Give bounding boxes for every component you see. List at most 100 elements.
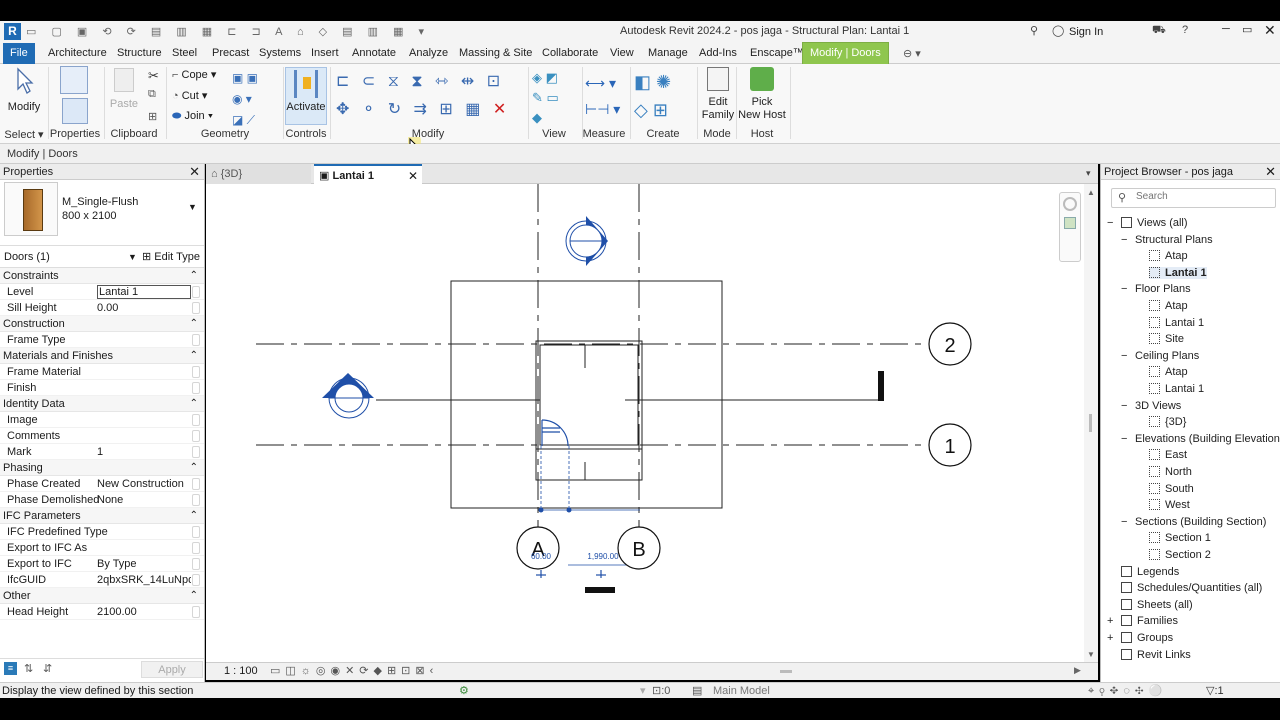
tab-systems[interactable]: Systems [252, 43, 308, 64]
structural-plan-drawing[interactable]: 2 1 A B 60.00 1,990.00 [206, 184, 1084, 662]
selection-toggles[interactable]: ⌖⚲✥◌✣⚪ [1088, 683, 1167, 699]
sort-desc-icon[interactable]: ⇵ [43, 662, 52, 675]
pick-new-host-button[interactable]: Pick New Host [738, 67, 786, 122]
prop-edit-box[interactable] [192, 382, 200, 394]
zoom-icon[interactable] [1064, 217, 1076, 229]
tab-view[interactable]: View [603, 43, 641, 64]
scroll-right-icon[interactable]: ▶ [1074, 665, 1081, 676]
scroll-up-icon[interactable]: ▲ [1084, 188, 1098, 197]
elevation-marker-north[interactable] [565, 216, 608, 266]
prop-edit-box[interactable] [192, 430, 200, 442]
browser-node[interactable]: − Elevations (Building Elevation) [1121, 433, 1280, 445]
prop-group[interactable]: Constraints ⌃ [0, 268, 204, 284]
browser-node[interactable]: Section 2 [1149, 549, 1211, 561]
browser-node[interactable]: West [1149, 499, 1190, 511]
browser-node[interactable]: − Structural Plans [1121, 234, 1213, 246]
type-selector[interactable]: M_Single-Flush 800 x 2100 ▼ [0, 180, 204, 246]
tab-manage[interactable]: Manage [641, 43, 695, 64]
sort-icon[interactable]: ≡ [4, 662, 17, 675]
collapse-icon[interactable]: − [1107, 217, 1113, 229]
prop-row[interactable]: Head Height 2100.00 [0, 604, 204, 620]
close-icon[interactable]: ✕ [189, 164, 200, 180]
browser-node[interactable]: Revit Links [1121, 648, 1191, 661]
drag-handle[interactable] [538, 507, 544, 513]
chevron-down-icon[interactable]: ▼ [128, 246, 137, 268]
tab-structure[interactable]: Structure [110, 43, 169, 64]
prop-row[interactable]: IFC Predefined Type [0, 524, 204, 540]
browser-node[interactable]: North [1149, 466, 1192, 478]
prop-row[interactable]: Frame Material [0, 364, 204, 380]
prop-value[interactable]: Lantai 1 [97, 285, 191, 299]
browser-node[interactable]: − Ceiling Plans [1121, 350, 1199, 362]
chevron-down-icon[interactable]: ▼ [188, 202, 197, 212]
prop-value[interactable]: By Type [97, 556, 191, 572]
minimize-button[interactable]: ─ [1222, 23, 1230, 35]
collapse-icon[interactable]: − [1121, 400, 1127, 412]
elevation-marker-west[interactable] [322, 373, 374, 419]
browser-node[interactable]: Section 1 [1149, 532, 1211, 544]
filter-status[interactable]: ▽:1 [1206, 683, 1224, 699]
tab-massing-site[interactable]: Massing & Site [452, 43, 539, 64]
collapse-icon[interactable]: ⌃ [190, 316, 198, 332]
prop-edit-box[interactable] [192, 366, 200, 378]
prop-row[interactable]: Image [0, 412, 204, 428]
prop-edit-box[interactable] [192, 558, 200, 570]
prop-value[interactable]: 2qbxSRK_14LuNpd... [97, 572, 191, 588]
prop-edit-box[interactable] [192, 334, 200, 346]
copy-icon[interactable]: ⧉ [148, 88, 156, 101]
browser-node[interactable]: − Sections (Building Section) [1121, 516, 1266, 528]
browser-node[interactable]: + Families [1107, 615, 1178, 627]
prop-edit-box[interactable] [192, 302, 200, 314]
browser-node[interactable]: Atap [1149, 366, 1188, 378]
navigation-bar[interactable] [1059, 192, 1081, 262]
tab-insert[interactable]: Insert [304, 43, 346, 64]
prop-value[interactable]: None [97, 492, 191, 508]
dimension-value[interactable]: 1,990.00 [587, 552, 619, 561]
prop-value[interactable]: New Construction [97, 476, 191, 492]
tab-analyze[interactable]: Analyze [402, 43, 455, 64]
activate-button[interactable]: Activate [285, 67, 327, 125]
cart-icon[interactable]: ⛟ [1152, 24, 1166, 38]
tab-list-icon[interactable]: ▾ [1086, 168, 1091, 179]
prop-row[interactable]: Mark 1 [0, 444, 204, 460]
wall-outline[interactable] [535, 340, 643, 481]
design-option-field[interactable]: Main Model [713, 683, 903, 699]
browser-node[interactable]: − Floor Plans [1121, 283, 1191, 295]
browser-node[interactable]: − Views (all) [1107, 217, 1188, 229]
view-scale[interactable]: 1 : 100 [224, 665, 258, 677]
instance-selector[interactable]: Doors (1) [4, 246, 50, 268]
collapse-icon[interactable]: − [1121, 350, 1127, 362]
prop-edit-box[interactable] [192, 606, 200, 618]
drag-handle[interactable] [566, 507, 572, 513]
collapse-icon[interactable]: ⌃ [190, 588, 198, 604]
expand-icon[interactable]: + [1107, 632, 1113, 644]
view-tools[interactable]: ◈ ◩ ✎ ▭ ◆ [532, 68, 578, 125]
tab-architecture[interactable]: Architecture [41, 43, 114, 64]
panel-label-select[interactable]: Select ▾ [4, 128, 43, 141]
browser-node[interactable]: {3D} [1149, 416, 1186, 428]
filter-chevron-icon[interactable]: ▾ [640, 683, 646, 699]
join-button[interactable]: ⬬ Join ▾ [172, 110, 213, 123]
horizontal-scroll-thumb[interactable] [780, 670, 792, 673]
prop-edit-box[interactable] [192, 542, 200, 554]
tab-3d-view[interactable]: ⌂ {3D} [206, 164, 311, 184]
prop-group[interactable]: Phasing ⌃ [0, 460, 204, 476]
type-properties-icon[interactable] [60, 66, 88, 94]
collapse-icon[interactable]: ⌃ [190, 460, 198, 476]
modify-button[interactable]: Modify [5, 67, 43, 114]
edit-family-button[interactable]: Edit Family [700, 67, 736, 122]
prop-value[interactable]: 1 [97, 444, 191, 460]
browser-node[interactable]: Legends [1121, 565, 1179, 578]
help-icon[interactable]: ? [1182, 24, 1188, 36]
prop-value[interactable]: 0.00 [97, 300, 191, 316]
binoculars-icon[interactable]: ⚲ [1030, 24, 1038, 37]
browser-node[interactable]: Site [1149, 333, 1184, 345]
tab-enscape[interactable]: Enscape™ [743, 43, 811, 64]
collapse-icon[interactable]: − [1121, 516, 1127, 528]
ribbon-options-icon[interactable]: ⊖ ▾ [903, 47, 921, 60]
prop-row[interactable]: IfcGUID 2qbxSRK_14LuNpd... [0, 572, 204, 588]
prop-row[interactable]: Finish [0, 380, 204, 396]
properties-icon[interactable] [62, 98, 88, 124]
collapse-icon[interactable]: − [1121, 234, 1127, 246]
prop-row[interactable]: Export to IFC As [0, 540, 204, 556]
